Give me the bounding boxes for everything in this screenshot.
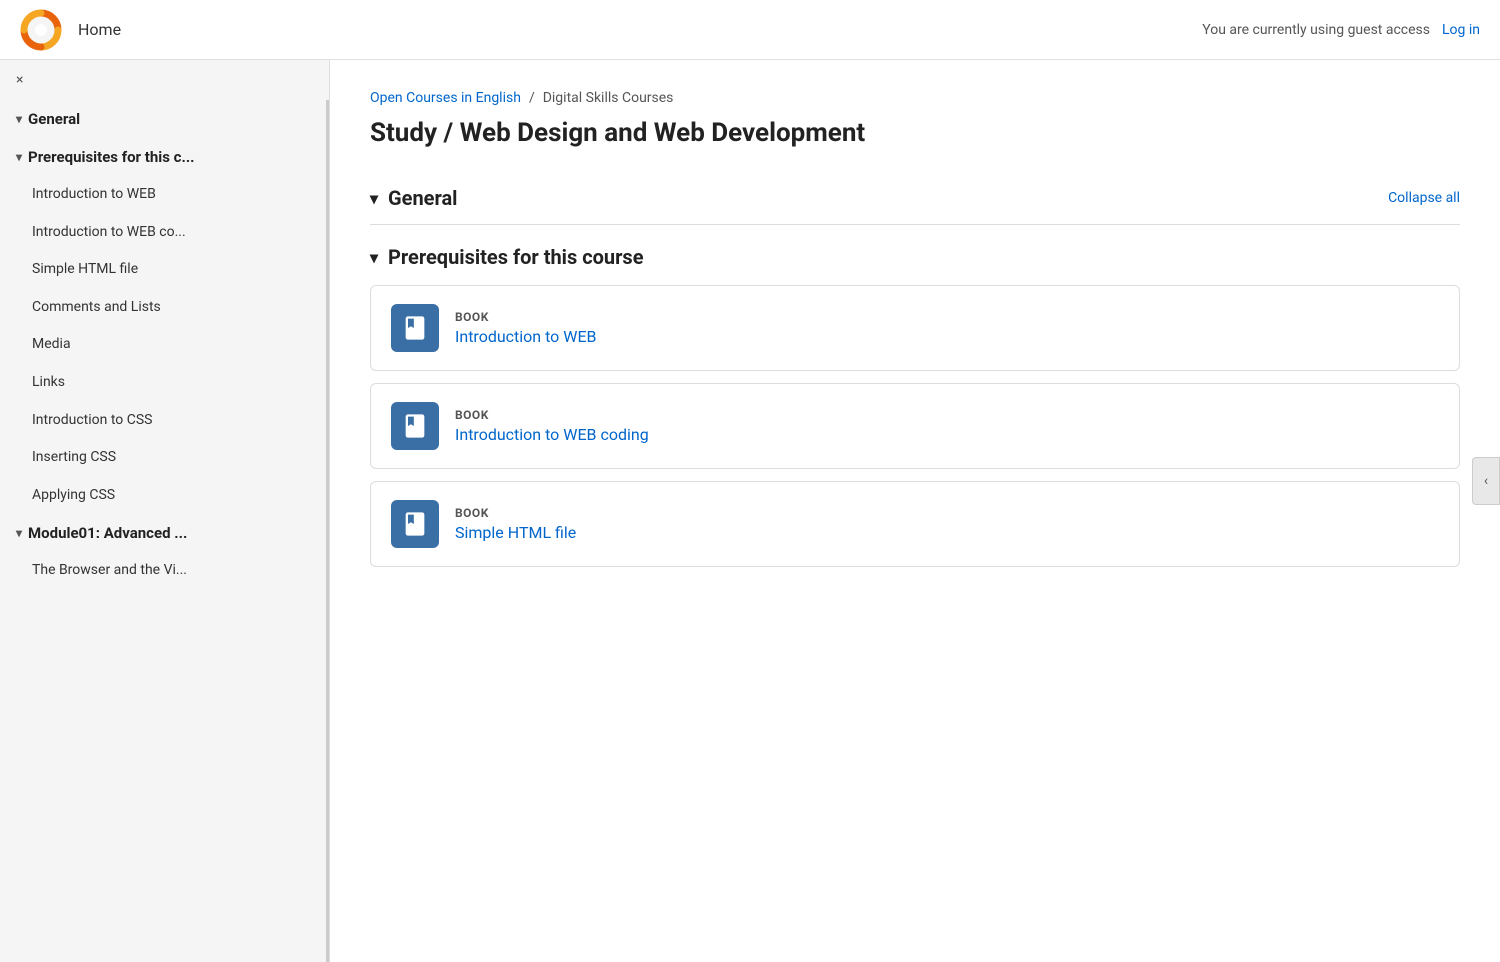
general-section-label: General [388,186,457,210]
book-icon-intro-web [391,304,439,352]
book-card-intro-web: BOOK Introduction to WEB [370,285,1460,371]
book-card-simple-html: BOOK Simple HTML file [370,481,1460,567]
login-link[interactable]: Log in [1442,22,1480,38]
chevron-down-icon: ▾ [370,248,378,267]
header-left: Home [20,9,121,51]
sidebar-item-links[interactable]: Links [0,364,329,402]
sidebar-collapse-button[interactable]: ‹ [1472,457,1500,505]
sidebar-item-applying-css[interactable]: Applying CSS [0,477,329,515]
guest-message: You are currently using guest access [1202,22,1430,38]
sidebar-item-browser-vi[interactable]: The Browser and the Vi... [0,552,329,590]
sidebar-section-prerequisites-label: Prerequisites for this c... [28,148,195,166]
chevron-down-icon: ▾ [16,526,22,540]
sidebar-section-general[interactable]: ▾ General [0,100,329,138]
sidebar-item-media[interactable]: Media [0,326,329,364]
prerequisites-section-header[interactable]: ▾ Prerequisites for this course [370,225,1460,285]
book-icon-simple-html [391,500,439,548]
breadcrumb: Open Courses in English / Digital Skills… [370,90,1460,106]
sidebar-item-inserting-css[interactable]: Inserting CSS [0,439,329,477]
sidebar-close-button[interactable]: × [0,60,329,100]
main-content: Open Courses in English / Digital Skills… [330,60,1500,962]
sidebar-item-intro-css[interactable]: Introduction to CSS [0,402,329,440]
sidebar-item-comments-lists[interactable]: Comments and Lists [0,289,329,327]
chevron-down-icon: ▾ [16,150,22,164]
sidebar-item-simple-html[interactable]: Simple HTML file [0,251,329,289]
collapse-all-button[interactable]: Collapse all [1388,190,1460,206]
breadcrumb-current: Digital Skills Courses [543,90,674,106]
book-type-label: BOOK [455,506,576,520]
book-title-intro-web[interactable]: Introduction to WEB [455,327,597,346]
header-right: You are currently using guest access Log… [1202,22,1480,38]
book-type-label: BOOK [455,310,597,324]
book-icon-intro-web-coding [391,402,439,450]
page-title: Study / Web Design and Web Development [370,118,1460,148]
sidebar-section-prerequisites[interactable]: ▾ Prerequisites for this c... [0,138,329,176]
chevron-down-icon: ▾ [370,189,378,208]
book-info-intro-web: BOOK Introduction to WEB [455,310,597,346]
breadcrumb-separator: / [529,90,535,106]
chevron-left-icon: ‹ [1484,473,1488,489]
sidebar-item-intro-web[interactable]: Introduction to WEB [0,176,329,214]
sidebar-section-module01[interactable]: ▾ Module01: Advanced ... [0,514,329,552]
book-title-simple-html[interactable]: Simple HTML file [455,523,576,542]
sidebar-item-intro-web-co[interactable]: Introduction to WEB co... [0,214,329,252]
layout: × ▾ General ▾ Prerequisites for this c..… [0,60,1500,962]
chevron-down-icon: ▾ [16,112,22,126]
breadcrumb-link[interactable]: Open Courses in English [370,90,521,106]
home-link[interactable]: Home [78,20,121,39]
book-type-label: BOOK [455,408,649,422]
sidebar-divider [326,100,329,962]
header: Home You are currently using guest acces… [0,0,1500,60]
general-section-header[interactable]: ▾ General Collapse all [370,172,1460,225]
book-info-intro-web-coding: BOOK Introduction to WEB coding [455,408,649,444]
book-card-intro-web-coding: BOOK Introduction to WEB coding [370,383,1460,469]
sidebar: × ▾ General ▾ Prerequisites for this c..… [0,60,330,962]
book-title-intro-web-coding[interactable]: Introduction to WEB coding [455,425,649,444]
general-section-left: ▾ General [370,186,457,210]
logo[interactable] [20,9,62,51]
book-info-simple-html: BOOK Simple HTML file [455,506,576,542]
prerequisites-section-label: Prerequisites for this course [388,245,643,269]
sidebar-section-module01-label: Module01: Advanced ... [28,524,187,542]
sidebar-section-general-label: General [28,110,80,128]
